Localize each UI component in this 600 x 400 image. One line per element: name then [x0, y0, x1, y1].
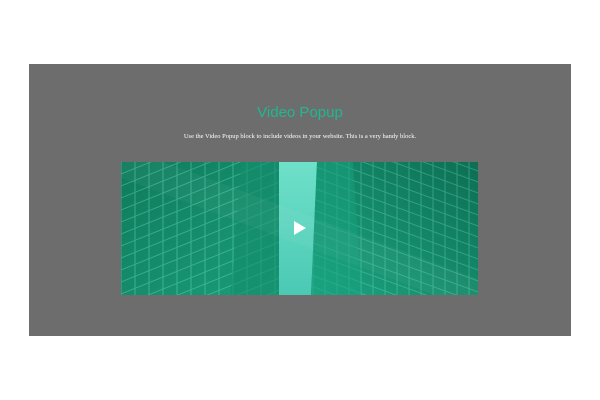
- section-title: Video Popup: [257, 104, 343, 121]
- play-icon[interactable]: [293, 220, 307, 236]
- video-thumbnail[interactable]: [121, 162, 478, 295]
- video-popup-section: Video Popup Use the Video Popup block to…: [29, 64, 571, 336]
- section-subtitle: Use the Video Popup block to include vid…: [183, 133, 417, 140]
